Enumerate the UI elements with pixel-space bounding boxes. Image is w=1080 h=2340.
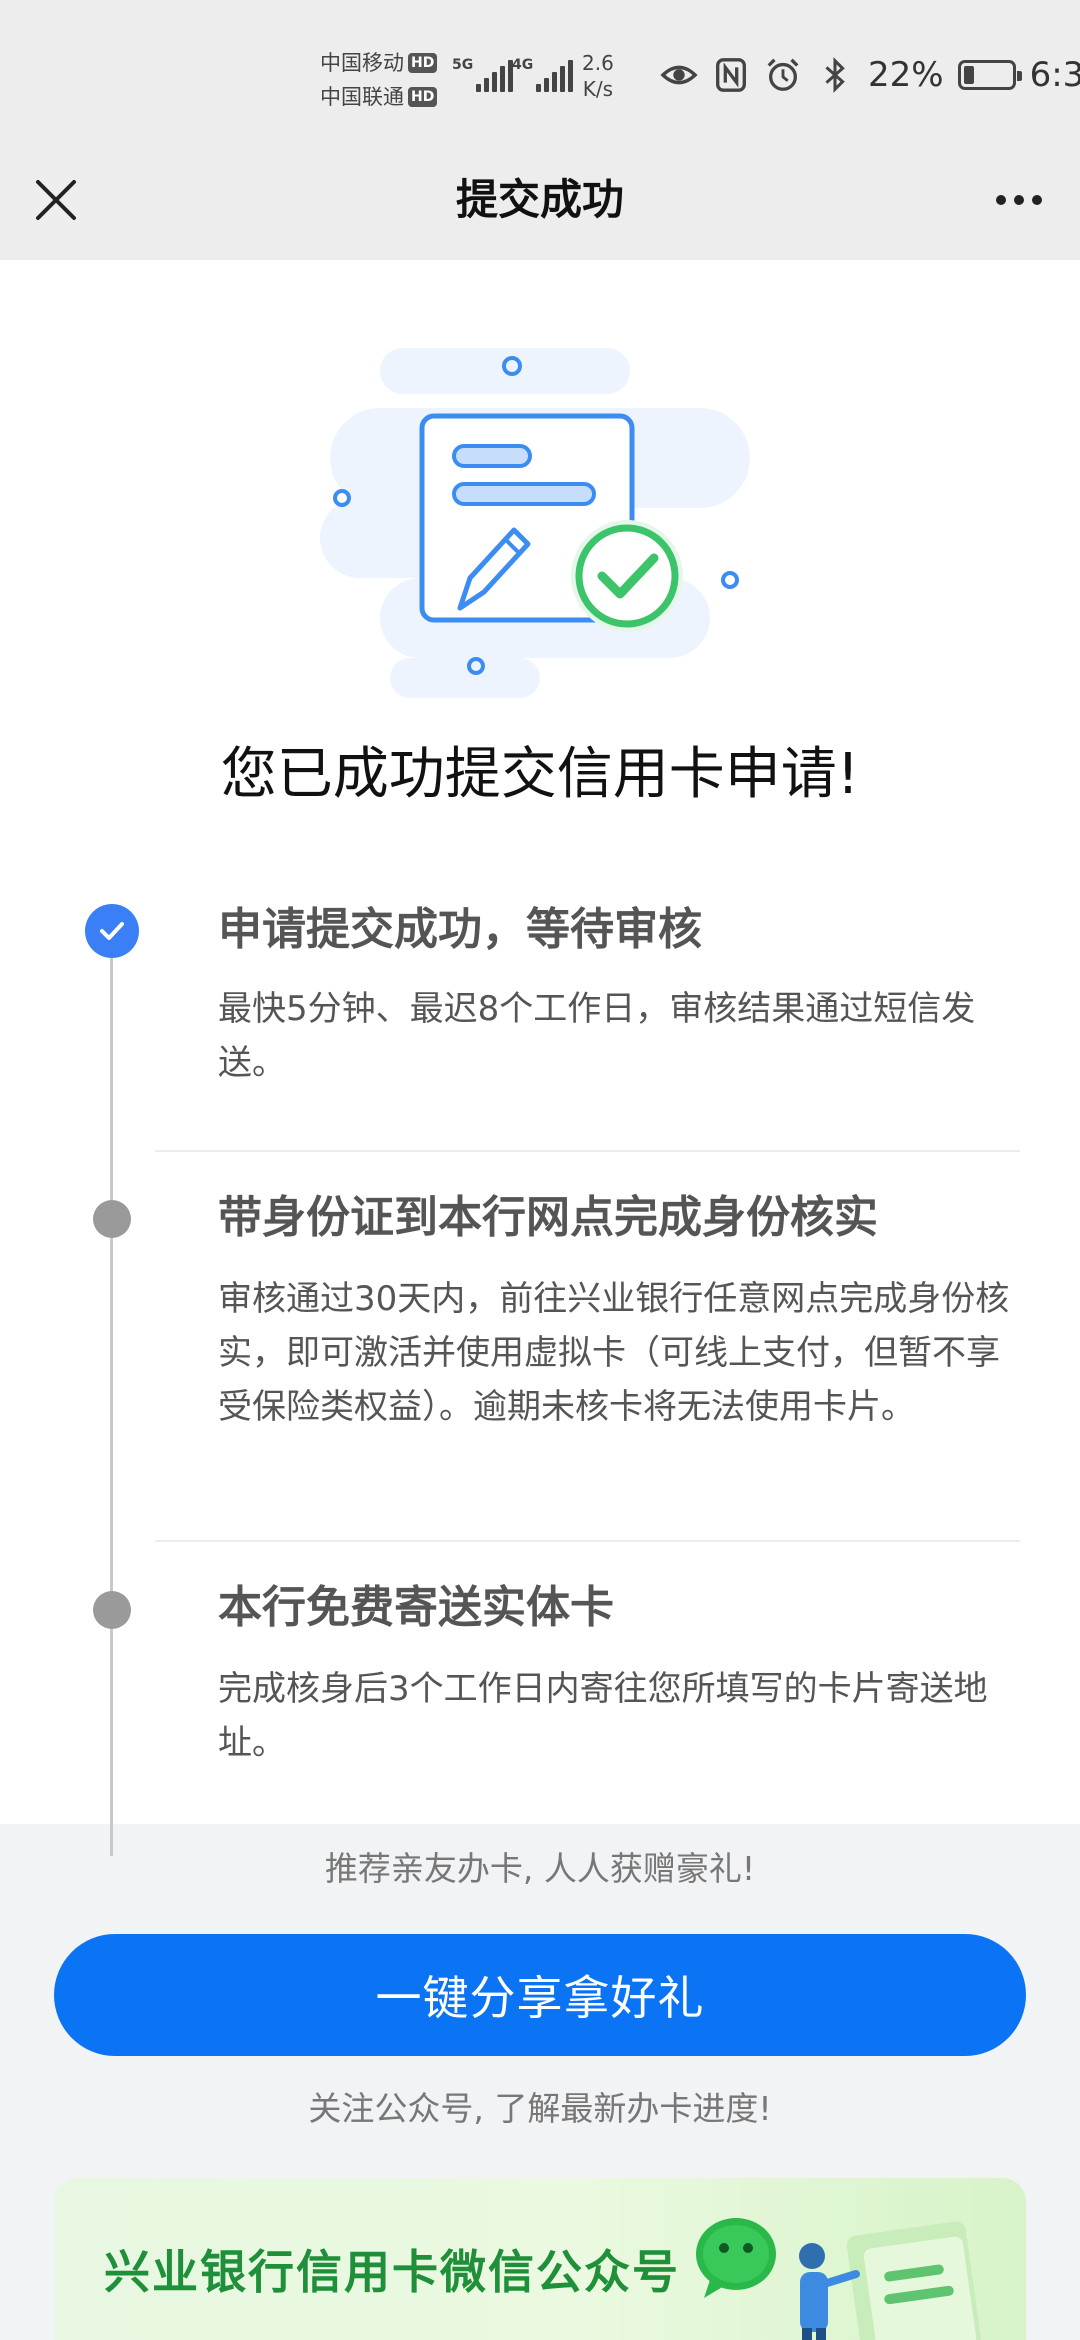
hd-badge: HD [408, 87, 438, 107]
divider [155, 1150, 1020, 1152]
carrier-1: 中国移动 [320, 51, 404, 75]
main-card: 您已成功提交信用卡申请! 申请提交成功，等待审核 最快5分钟、最迟8个工作日，审… [0, 260, 1080, 1856]
success-headline: 您已成功提交信用卡申请! [220, 742, 860, 807]
bluetooth-icon [825, 57, 845, 93]
follow-text: 关注公众号, 了解最新办卡进度! [308, 2089, 772, 2128]
more-options-icon[interactable] [984, 170, 1054, 230]
nfc-icon [716, 58, 746, 92]
banner-title: 兴业银行信用卡微信公众号 [104, 2245, 680, 2299]
signal-5g-icon: 5G [452, 58, 516, 92]
step-desc: 完成核身后3个工作日内寄往您所填写的卡片寄送地址。 [218, 1669, 988, 1763]
page-title: 提交成功 [455, 175, 624, 224]
step-pending-dot [93, 1591, 131, 1629]
clock: 6:31 [1029, 55, 1080, 95]
step-title: 本行免费寄送实体卡 [218, 1582, 614, 1633]
eye-comfort-icon [660, 65, 698, 85]
network-speed: 2.6 K/s [582, 51, 614, 101]
battery-icon [957, 60, 1022, 90]
wechat-account-banner[interactable]: 兴业银行信用卡微信公众号 [54, 2178, 1026, 2340]
step-title: 申请提交成功，等待审核 [218, 904, 702, 955]
divider [155, 1540, 1020, 1542]
step-desc: 最快5分钟、最迟8个工作日，审核结果通过短信发送。 [218, 989, 976, 1083]
wechat-icon [696, 2218, 776, 2298]
step-pending-dot [93, 1200, 131, 1238]
battery-fill [963, 66, 974, 84]
timeline-line [110, 920, 113, 1856]
step-title: 带身份证到本行网点完成身份核实 [218, 1192, 878, 1243]
step-desc: 审核通过30天内，前往兴业银行任意网点完成身份核实，即可激活并使用虚拟卡（可线上… [218, 1279, 1010, 1427]
step-done-icon [85, 904, 139, 958]
carrier-2: 中国联通 [320, 85, 404, 109]
document-success-illustration [320, 348, 750, 698]
signal-4g-icon: 4G [512, 58, 576, 92]
carrier-info: 中国移动 HD 中国联通 HD [320, 46, 438, 114]
person-card-illustration [799, 2221, 982, 2340]
battery-percent: 22% [868, 55, 944, 95]
status-bar: 中国移动HD 中国联通HD 5G 4G 2.6 K/s 22% 6:31 [0, 0, 1080, 150]
share-gift-button[interactable]: 一键分享拿好礼 [54, 1934, 1026, 2056]
recommend-text: 推荐亲友办卡, 人人获赠豪礼! [324, 1849, 756, 1888]
alarm-icon [767, 58, 799, 91]
nav-bar: 提交成功 [0, 150, 1080, 260]
hd-badge: HD [408, 53, 438, 73]
